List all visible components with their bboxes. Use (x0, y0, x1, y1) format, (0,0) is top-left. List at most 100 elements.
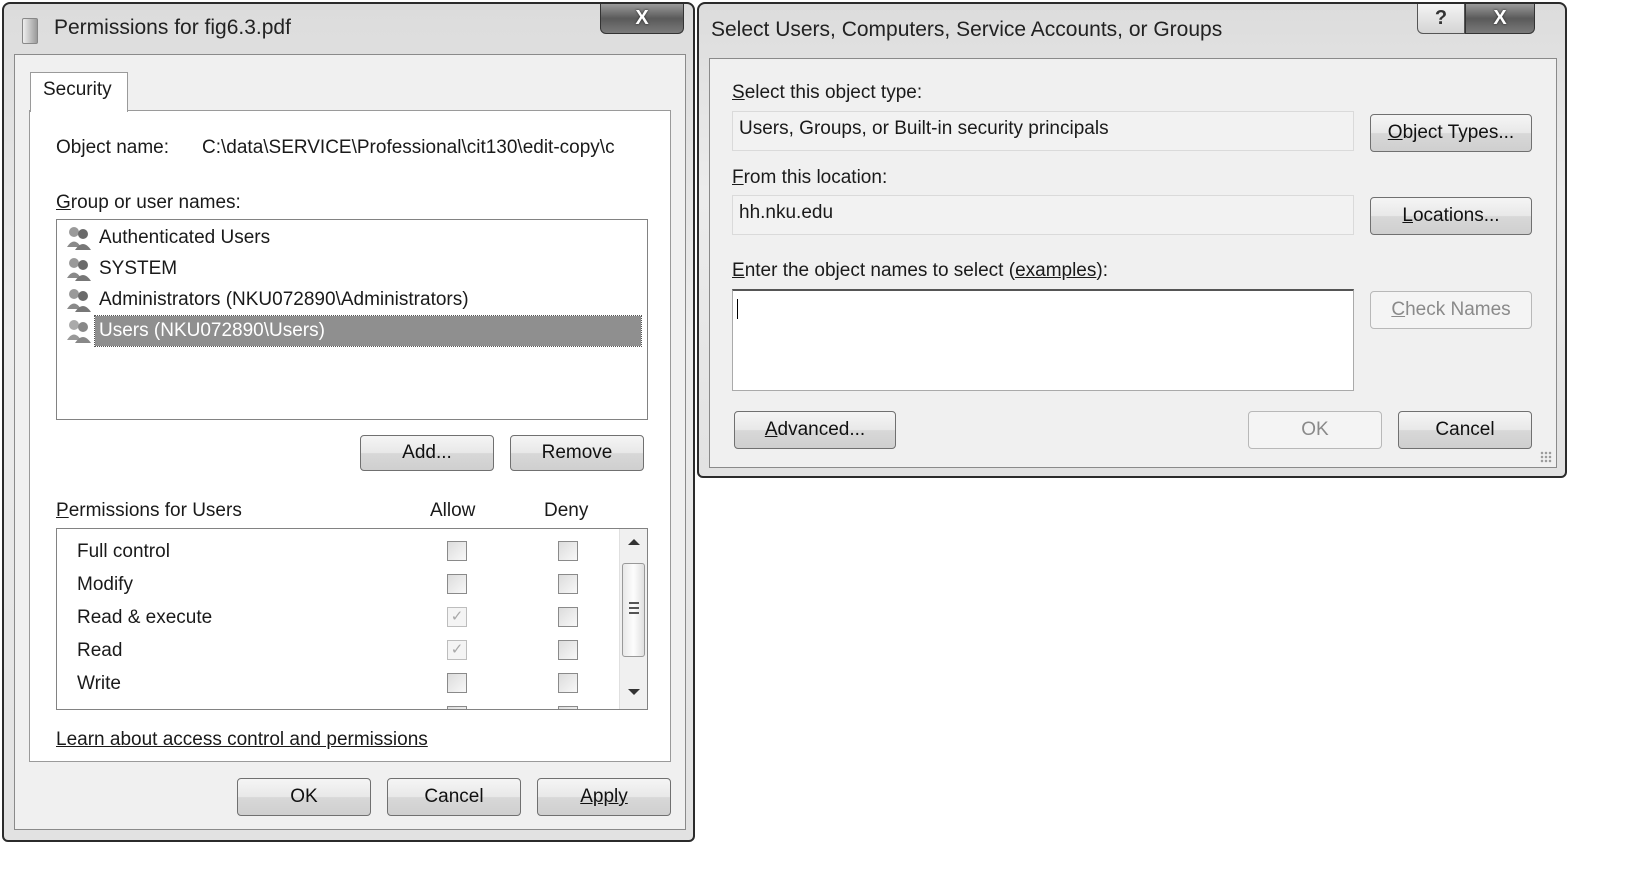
allow-checkbox[interactable] (447, 541, 467, 561)
allow-checkbox[interactable] (447, 574, 467, 594)
object-type-label: Select this object type: (732, 82, 923, 103)
dialog-client-area: Select this object type: Users, Groups, … (709, 58, 1557, 468)
help-icon: ? (1434, 7, 1448, 29)
file-icon (22, 18, 38, 44)
scroll-thumb[interactable] (622, 563, 645, 657)
permissions-scrollbar[interactable] (619, 529, 647, 709)
window-title: Permissions for fig6.3.pdf (54, 16, 291, 39)
list-item-authenticated-users[interactable]: Authenticated Users (65, 223, 274, 253)
deny-header: Deny (544, 500, 589, 521)
ok-button[interactable]: OK (1248, 411, 1382, 449)
remove-label: Remove (541, 442, 613, 463)
enter-names-label: Enter the object names to select (exampl… (732, 260, 1108, 281)
group-label-rest: roup or user names: (70, 192, 241, 213)
close-button[interactable]: X (1465, 4, 1535, 34)
deny-checkbox[interactable] (558, 673, 578, 693)
deny-checkbox[interactable] (558, 574, 578, 594)
ok-button[interactable]: OK (237, 778, 371, 816)
object-type-label-rest: elect this object type: (744, 82, 923, 103)
close-icon: X (1493, 7, 1507, 29)
permission-row: Full control (57, 535, 617, 568)
permission-name: Read (77, 640, 123, 661)
user-group-icon (65, 287, 95, 313)
apply-label: Apply (580, 786, 628, 807)
group-name: Administrators (NKU072890\Administrators… (99, 289, 469, 310)
check-names-label: heck Names (1405, 299, 1511, 320)
allow-header: Allow (430, 500, 476, 521)
cancel-button[interactable]: Cancel (1398, 411, 1532, 449)
list-item-system[interactable]: SYSTEM (65, 254, 181, 284)
user-group-icon (65, 225, 95, 251)
group-name: SYSTEM (99, 258, 178, 279)
object-types-label: bject Types... (1402, 122, 1515, 143)
group-name: Users (NKU072890\Users) (94, 315, 642, 347)
permission-row: Read & execute ✓ (57, 601, 617, 634)
cancel-button[interactable]: Cancel (387, 778, 521, 816)
user-group-icon (65, 318, 95, 344)
group-user-list[interactable]: Authenticated Users SYSTEM Administrator… (56, 219, 648, 420)
close-button[interactable]: X (600, 4, 684, 34)
scroll-down-arrow-icon[interactable] (628, 689, 640, 695)
help-button[interactable]: ? (1417, 4, 1465, 34)
group-or-user-names-label: Group or user names: (56, 192, 241, 213)
permissions-for-label: Permissions for Users (56, 500, 242, 521)
add-label: Add... (402, 442, 452, 463)
permission-row: Write (57, 667, 617, 700)
checkbox-partial (558, 706, 578, 709)
permission-row-partial (57, 700, 617, 709)
advanced-button[interactable]: Advanced... (734, 411, 896, 449)
text-caret (737, 299, 738, 319)
permissions-dialog: Permissions for fig6.3.pdf X Security Ob… (2, 2, 695, 842)
object-type-field: Users, Groups, or Built-in security prin… (732, 111, 1354, 151)
deny-checkbox[interactable] (558, 640, 578, 660)
allow-checkbox[interactable] (447, 673, 467, 693)
scroll-up-arrow-icon[interactable] (628, 539, 640, 545)
group-name: Authenticated Users (99, 227, 271, 248)
permissions-list: Full control Modify Read & execute ✓ Read ✓ Wr… (56, 528, 648, 710)
permission-row: Read ✓ (57, 634, 617, 667)
permission-name: Full control (77, 541, 170, 562)
checkbox-partial (447, 706, 467, 709)
deny-checkbox[interactable] (558, 541, 578, 561)
examples-link[interactable]: examples (1015, 260, 1096, 281)
resize-grip-icon[interactable] (1540, 451, 1552, 463)
permission-row: Modify (57, 568, 617, 601)
ok-label: OK (290, 786, 318, 807)
location-label-rest: rom this location: (743, 167, 888, 188)
advanced-label: dvanced... (777, 419, 866, 440)
allow-checkbox[interactable]: ✓ (447, 640, 467, 660)
grip-icon (629, 602, 639, 614)
cancel-label: Cancel (424, 786, 484, 807)
learn-about-access-control-link[interactable]: Learn about access control and permissio… (56, 729, 428, 751)
permission-name: Modify (77, 574, 133, 595)
cancel-label: Cancel (1435, 419, 1495, 440)
user-group-icon (65, 256, 95, 282)
locations-button[interactable]: Locations... (1370, 197, 1532, 235)
close-icon: X (635, 7, 649, 29)
ok-label: OK (1301, 419, 1329, 440)
locations-label: ocations... (1412, 205, 1500, 226)
permission-name: Read & execute (77, 607, 213, 628)
list-item-users[interactable]: Users (NKU072890\Users) (65, 315, 645, 347)
apply-button[interactable]: Apply (537, 778, 671, 816)
enter-names-prefix: nter the object names to select ( (744, 260, 1016, 281)
select-users-dialog: Select Users, Computers, Service Account… (697, 2, 1567, 478)
object-types-button[interactable]: Object Types... (1370, 114, 1532, 152)
permission-name: Write (77, 673, 121, 694)
security-tab-panel: Object name: C:\data\SERVICE\Professiona… (29, 110, 671, 762)
object-name-value: C:\data\SERVICE\Professional\cit130\edit… (202, 137, 615, 158)
tab-security[interactable]: Security (30, 72, 128, 112)
object-names-input[interactable] (732, 289, 1354, 391)
allow-checkbox[interactable]: ✓ (447, 607, 467, 627)
permissions-label-rest: ermissions for Users (68, 500, 242, 521)
location-field: hh.nku.edu (732, 195, 1354, 235)
dialog-client-area: Security Object name: C:\data\SERVICE\Pr… (14, 54, 686, 830)
list-item-administrators[interactable]: Administrators (NKU072890\Administrators… (65, 285, 473, 315)
add-button[interactable]: Add... (360, 435, 494, 471)
check-names-button[interactable]: Check Names (1370, 291, 1532, 329)
remove-button[interactable]: Remove (510, 435, 644, 471)
deny-checkbox[interactable] (558, 607, 578, 627)
location-label: From this location: (732, 167, 888, 188)
object-name-label: Object name: (56, 137, 169, 158)
enter-names-suffix: ): (1096, 260, 1108, 281)
